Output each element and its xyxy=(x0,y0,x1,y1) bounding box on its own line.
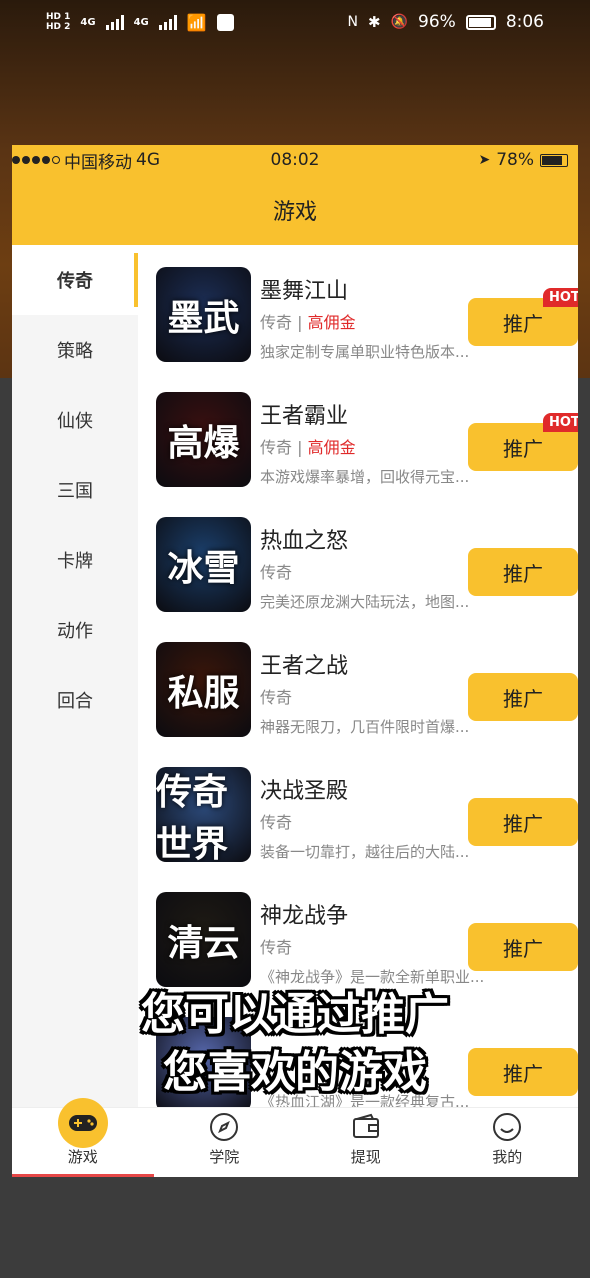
game-name[interactable]: 墨舞江山 xyxy=(260,273,348,305)
ios-clock: 08:02 xyxy=(270,150,320,170)
ios-battery-icon xyxy=(540,153,568,167)
promote-button[interactable]: 推广 xyxy=(468,673,578,721)
thumbnail-text: 冰雪 xyxy=(167,546,240,589)
game-thumbnail[interactable]: 传奇世界 xyxy=(156,767,251,862)
sidebar-item-label: 三国 xyxy=(57,481,93,502)
game-row[interactable]: 传奇世界 决战圣殿 传奇 装备一切靠打，越往后的大陆... 推广 xyxy=(138,745,578,870)
sidebar-item-sanguo[interactable]: 三国 xyxy=(12,455,138,525)
game-thumbnail[interactable]: 冰雪 xyxy=(156,517,251,612)
video-subtitle-line: 您可以通过推广 xyxy=(141,989,449,1040)
sidebar-item-kapai[interactable]: 卡牌 xyxy=(12,525,138,595)
mute-icon: 🔕 xyxy=(390,14,409,30)
active-tab-indicator xyxy=(12,1174,154,1177)
game-name[interactable]: 决战圣殿 xyxy=(260,773,348,805)
sidebar-item-dongzuo[interactable]: 动作 xyxy=(12,595,138,665)
game-name[interactable]: 热血之怒 xyxy=(260,523,348,555)
tab-label: 我的 xyxy=(492,1148,523,1166)
sidebar-item-label: 传奇 xyxy=(57,271,93,292)
video-subtitle-line: 您喜欢的游戏 xyxy=(163,1047,427,1098)
game-tags: 传奇 xyxy=(260,684,292,708)
promote-button[interactable]: 推广 xyxy=(468,923,578,971)
game-category: 传奇 xyxy=(260,563,293,582)
wallet-icon xyxy=(352,1113,379,1138)
game-tags: 传奇 xyxy=(260,934,292,958)
tab-label: 游戏 xyxy=(67,1148,98,1166)
game-category: 传奇 xyxy=(260,938,293,957)
ios-status-bar: 中国移动 4G 08:02 ➤ 78% xyxy=(12,145,578,175)
game-category: 传奇 xyxy=(260,688,293,707)
hot-badge: HOT xyxy=(543,288,578,307)
game-row[interactable]: 高爆 王者霸业 传奇 | 高佣金 本游戏爆率暴增，回收得元宝... 推广 HOT xyxy=(138,370,578,495)
hot-badge: HOT xyxy=(543,413,578,432)
game-row[interactable]: 冰雪 热血之怒 传奇 完美还原龙渊大陆玩法，地图... 推广 xyxy=(138,495,578,620)
thumbnail-text: 私服 xyxy=(167,671,240,714)
game-thumbnail[interactable]: 墨武 xyxy=(156,267,251,362)
gamepad-icon xyxy=(57,1098,108,1148)
sidebar-item-huihe[interactable]: 回合 xyxy=(12,665,138,735)
page-title: 游戏 xyxy=(12,175,578,245)
clock: 8:06 xyxy=(505,12,544,32)
bottom-tab-bar: 游戏 学院 提现 我的 xyxy=(12,1098,579,1177)
game-tags: 传奇 | 高佣金 xyxy=(260,438,356,457)
game-row[interactable]: 私服 王者之战 传奇 神器无限刀，几百件限时首爆... 推广 xyxy=(138,620,578,745)
thumbnail-text: 传奇世界 xyxy=(156,770,229,863)
tab-withdraw[interactable]: 提现 xyxy=(295,1108,437,1177)
sidebar-item-label: 仙侠 xyxy=(57,411,93,432)
hd-icon: HD 1 HD 2 xyxy=(46,12,71,32)
signal-icon xyxy=(105,14,124,30)
signal-icon xyxy=(158,14,177,30)
game-category: 传奇 xyxy=(260,813,293,832)
battery-percent: 96% xyxy=(418,12,456,32)
game-name[interactable]: 王者霸业 xyxy=(260,398,348,430)
game-category: 传奇 xyxy=(260,313,293,332)
game-category: 传奇 xyxy=(260,438,293,457)
compass-icon xyxy=(210,1113,239,1141)
game-row[interactable]: 墨武 墨舞江山 传奇 | 高佣金 独家定制专属单职业特色版本... 推广 HOT xyxy=(138,245,578,370)
sidebar-item-chuanqi[interactable]: 传奇 xyxy=(12,245,138,315)
thumbnail-text: 墨武 xyxy=(167,296,240,339)
smile-icon xyxy=(493,1113,522,1141)
game-name[interactable]: 神龙战争 xyxy=(260,898,348,930)
tab-me[interactable]: 我的 xyxy=(437,1108,579,1177)
promote-button[interactable]: 推广 xyxy=(468,798,578,846)
wifi-icon: 📶 xyxy=(186,12,207,32)
tab-label: 提现 xyxy=(350,1148,381,1166)
game-thumbnail[interactable]: 高爆 xyxy=(156,392,251,487)
tab-academy[interactable]: 学院 xyxy=(154,1108,296,1177)
sidebar-item-celue[interactable]: 策略 xyxy=(12,315,138,385)
commission-tag: 高佣金 xyxy=(307,313,356,332)
android-status-bar: HD 1 HD 2 4G 4G 📶 N ✱ 🔕 96% 8:06 xyxy=(46,12,544,32)
game-tags: 传奇 | 高佣金 xyxy=(260,313,356,332)
thumbnail-text: 清云 xyxy=(167,921,240,964)
thumbnail-text: 高爆 xyxy=(167,421,240,464)
app-notification-icon xyxy=(216,13,234,31)
sidebar-item-label: 回合 xyxy=(57,691,93,712)
sidebar-item-label: 动作 xyxy=(57,621,93,642)
tab-games[interactable]: 游戏 xyxy=(12,1098,154,1177)
game-thumbnail[interactable]: 清云 xyxy=(156,892,251,987)
tab-label: 学院 xyxy=(209,1148,240,1166)
game-row[interactable]: 清云 神龙战争 传奇 《神龙战争》是一款全新单职业... 推广 xyxy=(138,870,578,995)
sidebar-item-label: 策略 xyxy=(57,341,93,362)
sidebar-item-label: 卡牌 xyxy=(57,551,93,572)
game-tags: 传奇 xyxy=(260,559,292,583)
game-thumbnail[interactable]: 私服 xyxy=(156,642,251,737)
nfc-icon: N xyxy=(347,14,358,30)
game-tags: 传奇 xyxy=(260,809,292,833)
bluetooth-icon: ✱ xyxy=(368,13,381,31)
sidebar-item-xianxia[interactable]: 仙侠 xyxy=(12,385,138,455)
promote-button[interactable]: 推广 xyxy=(468,548,578,596)
battery-icon xyxy=(465,14,496,30)
commission-tag: 高佣金 xyxy=(307,438,356,457)
game-name[interactable]: 王者之战 xyxy=(260,648,348,680)
